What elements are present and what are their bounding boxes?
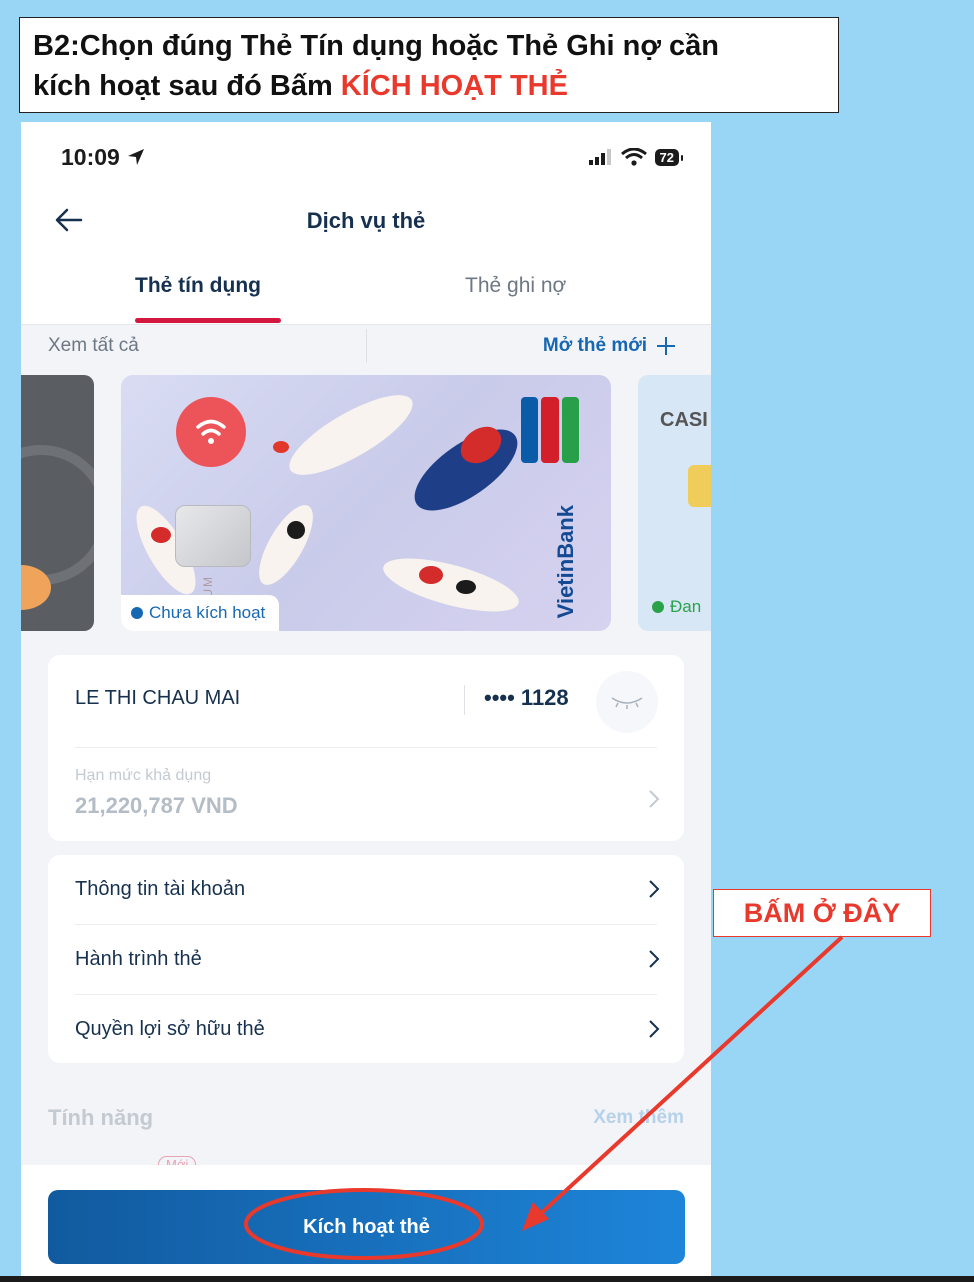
tab-credit-card[interactable]: Thẻ tín dụng [135,274,261,298]
activate-card-button[interactable]: Kích hoạt thẻ [48,1190,685,1264]
jcb-logo-icon [521,397,579,463]
chevron-right-icon[interactable] [646,787,662,811]
contactless-badge [176,397,246,467]
status-time: 10:09 [61,144,146,171]
signal-icon [588,149,611,165]
tap-here-callout: BẤM Ở ĐÂY [713,889,931,937]
instruction-box: B2:Chọn đúng Thẻ Tín dụng hoặc Thẻ Ghi n… [19,17,839,113]
card-chip-icon [175,505,251,567]
toggle-visibility-button[interactable] [596,671,658,733]
chevron-right-icon [649,950,660,968]
battery-icon: 72 [654,148,684,166]
menu-item-label: Hành trình thẻ [75,947,202,970]
menu-item-account-info[interactable]: Thông tin tài khoản [75,855,662,923]
see-more-link[interactable]: Xem thêm [593,1107,684,1129]
menu-item-card-benefits[interactable]: Quyền lợi sở hữu thẻ [75,995,662,1063]
card-pattern [21,445,94,585]
location-arrow-icon [128,149,145,165]
divider [366,329,367,363]
time-text: 10:09 [61,144,120,170]
features-title: Tính năng [48,1105,154,1130]
eye-closed-icon [611,697,643,709]
open-new-card-label: Mở thẻ mới [542,335,647,356]
cards-section: Xem tất cả Mở thẻ mới k [21,325,711,1173]
available-limit-label: Hạn mức khả dụng [75,767,212,784]
menu-item-card-journey[interactable]: Hành trình thẻ [75,925,662,993]
next-card-status-text: Đan [670,597,702,616]
next-card-brand: CASI [660,409,708,431]
status-indicators: 72 [588,148,684,166]
open-new-card-link[interactable]: Mở thẻ mới [543,335,677,357]
next-card-status: Đan [652,597,701,617]
chevron-right-icon [649,1020,660,1038]
instruction-line-2-text: kích hoạt sau đó Bấm [33,70,341,102]
bank-logo: VietinBank [553,505,578,619]
instruction-highlight: KÍCH HOẠT THẺ [340,70,568,102]
masked-card-number: •••• 1128 [484,685,569,710]
card-status-badge: Chưa kích hoạt [121,595,280,631]
selected-card[interactable]: PLATINUM VietinBank Chưa kích hoạt [121,375,611,631]
contactless-icon [196,419,226,444]
nav-bar: Dịch vụ thẻ [21,192,711,252]
chevron-right-icon [649,880,660,898]
tab-debit-card[interactable]: Thẻ ghi nợ [465,274,566,298]
card-menu: Thông tin tài khoản Hành trình thẻ Quyền… [48,855,684,1063]
status-dot-icon [131,607,143,619]
menu-item-label: Thông tin tài khoản [75,877,246,900]
card-info-panel: LE THI CHAU MAI •••• 1128 Hạn mức khả dụ… [48,655,684,841]
bottom-border [0,1276,974,1282]
cardholder-name: LE THI CHAU MAI [75,687,241,709]
divider [75,747,657,748]
card-type-tabs: Thẻ tín dụng Thẻ ghi nợ [21,262,711,325]
card-status-text: Chưa kích hoạt [149,603,266,622]
page-title: Dịch vụ thẻ [306,208,426,233]
instruction-line-2: kích hoạt sau đó Bấm KÍCH HOẠT THẺ [33,66,838,106]
divider [464,685,465,715]
bottom-action-bar: Kích hoạt thẻ [21,1165,711,1282]
phone-screen: 10:09 72 Dịch vụ thẻ Thẻ tín dụng Thẻ gh… [21,122,711,1282]
status-bar: 10:09 72 [21,122,711,192]
next-card-chip-icon [688,465,711,507]
status-dot-icon [652,601,664,613]
plus-icon [657,337,675,355]
next-card[interactable]: CASI Đan [638,375,711,631]
wifi-icon [620,148,647,166]
see-all-link[interactable]: Xem tất cả [48,335,139,357]
menu-item-label: Quyền lợi sở hữu thẻ [75,1017,265,1040]
previous-card[interactable]: k [21,375,94,631]
instruction-line-1: B2:Chọn đúng Thẻ Tín dụng hoặc Thẻ Ghi n… [33,30,719,62]
available-limit-value: 21,220,787 VND [75,793,238,818]
active-tab-indicator [135,318,281,323]
